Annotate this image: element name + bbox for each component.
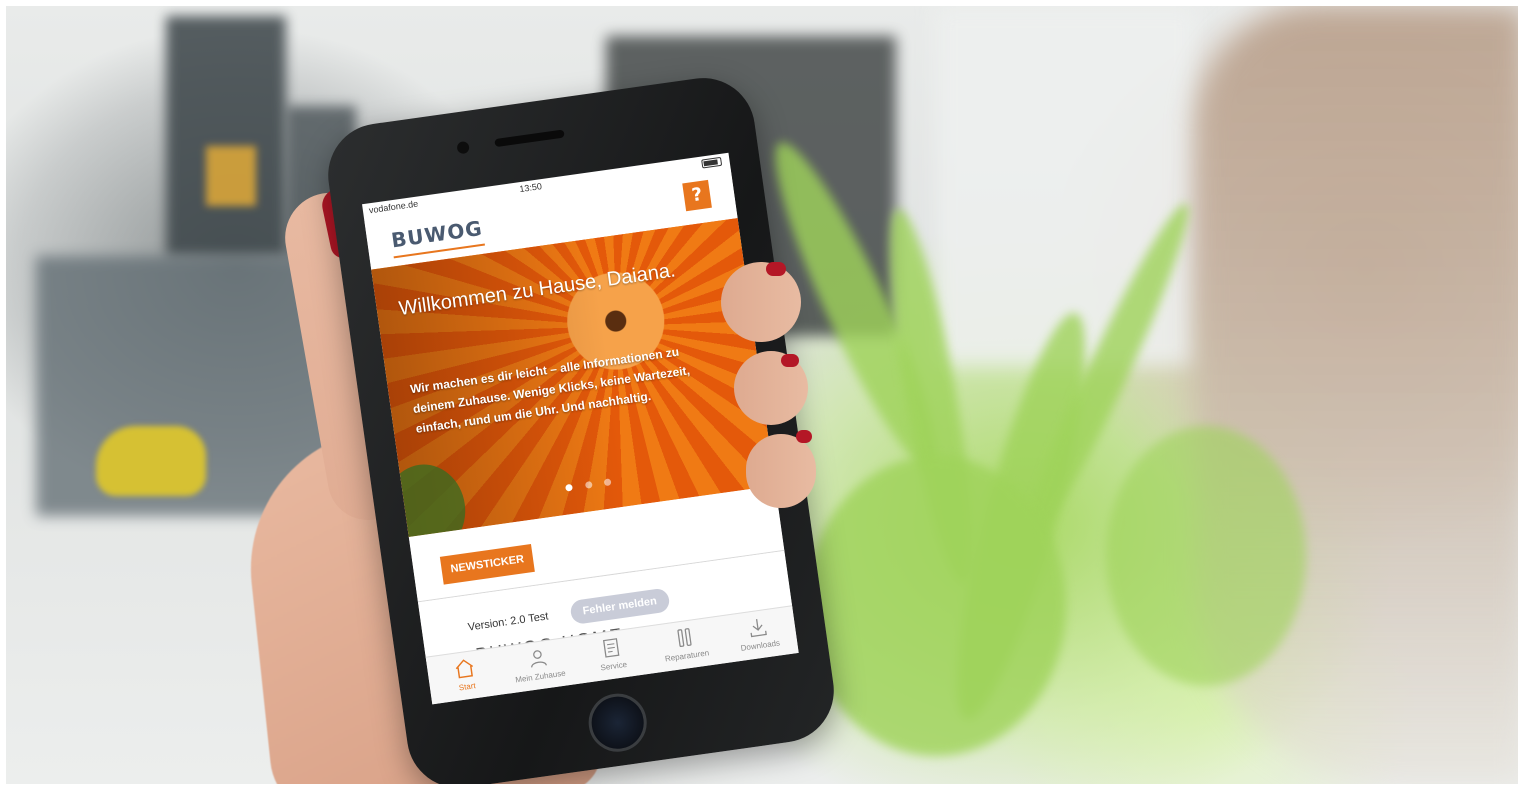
help-button[interactable]: ? <box>682 179 712 212</box>
background-shelf <box>166 16 286 256</box>
tab-label: Mein Zuhause <box>514 668 567 685</box>
download-icon <box>745 615 770 640</box>
carousel-dot-1[interactable] <box>565 483 573 492</box>
tools-icon <box>672 625 697 650</box>
tab-service[interactable]: Service <box>575 632 649 675</box>
carousel-dot-3[interactable] <box>603 478 612 487</box>
tab-reparaturen[interactable]: Reparaturen <box>648 622 722 665</box>
finger <box>721 262 801 342</box>
tab-downloads[interactable]: Downloads <box>722 612 796 655</box>
plant-leaf <box>1106 426 1306 686</box>
tab-start[interactable]: Start <box>428 653 502 696</box>
plant-leaf <box>806 456 1066 756</box>
battery-icon <box>701 156 723 169</box>
status-time: 13:50 <box>518 181 543 195</box>
finger-nail <box>766 262 786 276</box>
tab-mein-zuhause[interactable]: Mein Zuhause <box>502 642 576 685</box>
photo-scene: vodafone.de 13:50 BUWOG ? Willkommen zu … <box>6 6 1518 784</box>
newsticker-badge[interactable]: NEWSTICKER <box>439 544 535 585</box>
tab-label: Service <box>599 659 628 673</box>
tab-label: Start <box>458 681 477 693</box>
background-toy-scooter <box>96 426 206 496</box>
finger-nail <box>781 354 799 367</box>
finger-nail <box>796 430 812 443</box>
tab-label: Reparaturen <box>664 648 710 664</box>
background-yellow-object <box>206 146 256 206</box>
home-icon <box>452 656 477 681</box>
person-icon <box>525 646 550 671</box>
finger <box>746 434 816 508</box>
report-error-button[interactable]: Fehler melden <box>569 587 671 626</box>
carousel-dot-2[interactable] <box>584 481 593 489</box>
tab-label: Downloads <box>740 638 781 653</box>
background-window <box>936 6 1196 366</box>
version-text: Version: 2.0 Test <box>467 610 550 634</box>
app-screen: vodafone.de 13:50 BUWOG ? Willkommen zu … <box>362 152 799 705</box>
hero-carousel[interactable]: Willkommen zu Hause, Daiana. Wir machen … <box>371 218 776 537</box>
document-icon <box>599 635 624 660</box>
